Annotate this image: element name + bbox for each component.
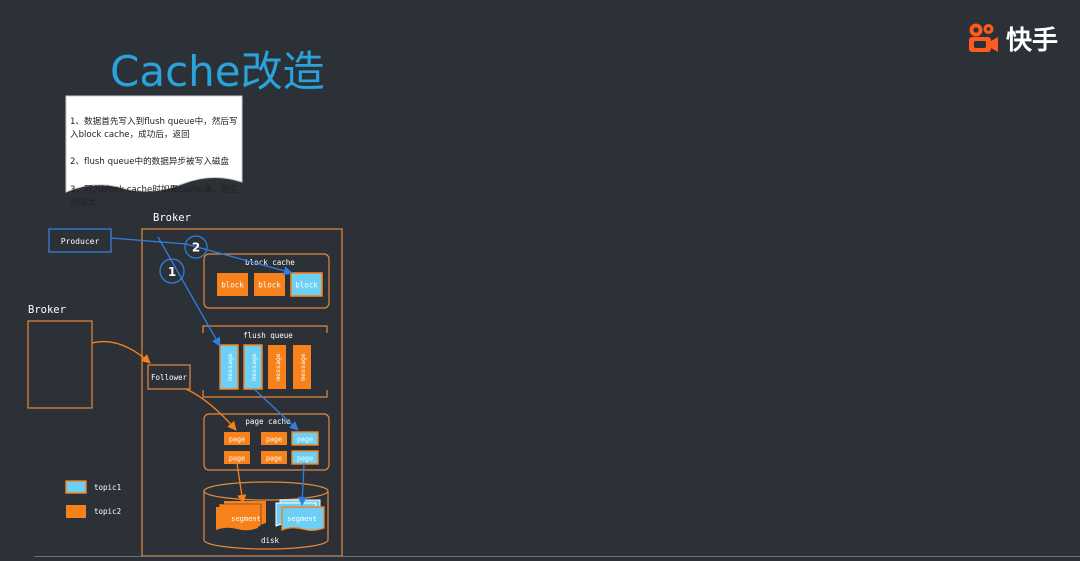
message-item-label: message	[226, 353, 234, 380]
broker-left-label: Broker	[28, 304, 66, 316]
arrow-producer-to-flush	[157, 236, 221, 347]
legend: topic1 topic2	[65, 480, 121, 518]
block-item-label: block	[295, 281, 318, 290]
page-item-label: page	[266, 455, 282, 463]
flush-queue-items: message message message message	[219, 344, 311, 390]
segment-item-label: segment	[287, 515, 317, 523]
page-cache-items: page page page page page page	[224, 431, 319, 465]
broker-left-box	[27, 320, 93, 409]
follower-label: Follower	[151, 373, 188, 382]
diagram: Broker Producer Broker Follower block ca…	[27, 95, 343, 557]
producer-label: Producer	[61, 237, 100, 246]
arrow-producer-to-block	[110, 237, 293, 276]
step-2-label: 2	[192, 241, 200, 255]
step-1-label: 1	[168, 265, 176, 279]
note-line-3: 3、写入block cache时如果cache满，则主动淘汰	[70, 184, 238, 209]
block-item-label: block	[221, 281, 244, 290]
page-item-label: page	[229, 436, 245, 444]
legend-swatch-topic1	[65, 480, 87, 494]
block-item-label: block	[258, 281, 281, 290]
legend-label-topic2: topic2	[94, 507, 121, 516]
note-line-1: 1、数据首先写入到flush queue中，然后写入block cache，成功…	[70, 116, 238, 141]
disk-segments: segment segment	[216, 499, 325, 532]
page-item-label: page	[266, 436, 282, 444]
page-cache-label: page cache	[245, 417, 291, 426]
flush-queue-label: flush queue	[243, 331, 293, 340]
segment-item-label: segment	[231, 515, 261, 523]
legend-swatch-topic2	[66, 505, 86, 518]
arrow-broker-to-follower	[91, 340, 151, 364]
page-item-label: page	[297, 455, 313, 463]
legend-label-topic1: topic1	[94, 483, 121, 492]
page-item-label: page	[297, 436, 313, 444]
arrow-follower-to-page	[185, 388, 237, 431]
disk-label: disk	[261, 536, 280, 545]
message-item-label: message	[274, 353, 282, 380]
note-text: 1、数据首先写入到flush queue中，然后写入block cache，成功…	[70, 102, 242, 224]
bottom-divider	[34, 556, 1080, 557]
note-line-2: 2、flush queue中的数据异步被写入磁盘	[70, 157, 230, 168]
block-cache-items: block block block	[217, 272, 323, 297]
page-item-label: page	[229, 455, 245, 463]
message-item-label: message	[299, 353, 307, 380]
message-item-label: message	[250, 353, 258, 380]
